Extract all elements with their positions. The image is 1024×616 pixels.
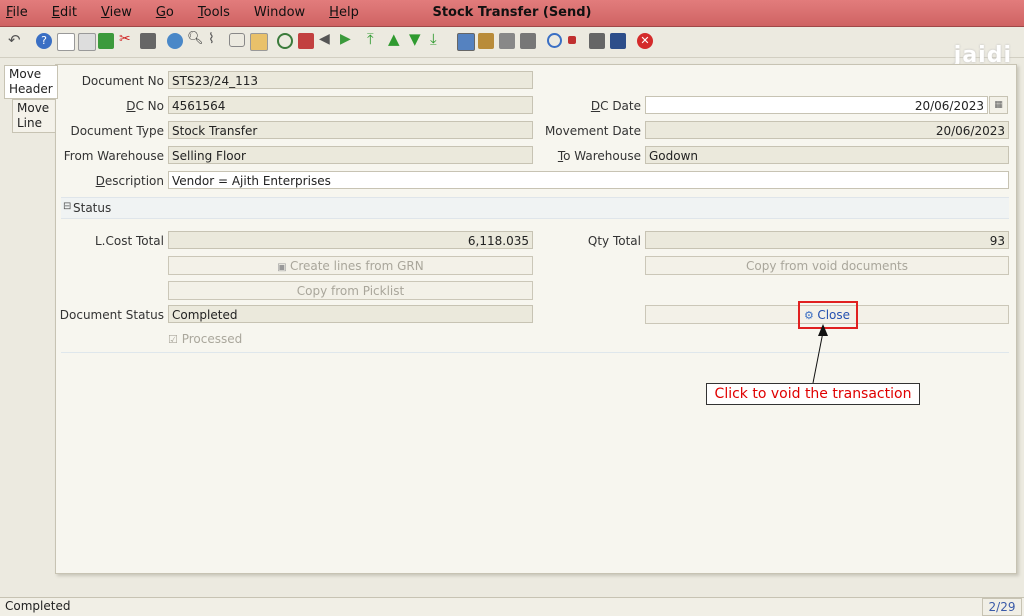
status-text: Completed [5, 599, 71, 613]
annotation-arrow [812, 324, 828, 384]
annotation-callout: Click to void the transaction [706, 383, 920, 405]
status-bar: Completed 2/29 [0, 597, 1024, 616]
tab-move-header[interactable]: Move Header [4, 65, 58, 99]
record-counter: 2/29 [982, 598, 1022, 616]
